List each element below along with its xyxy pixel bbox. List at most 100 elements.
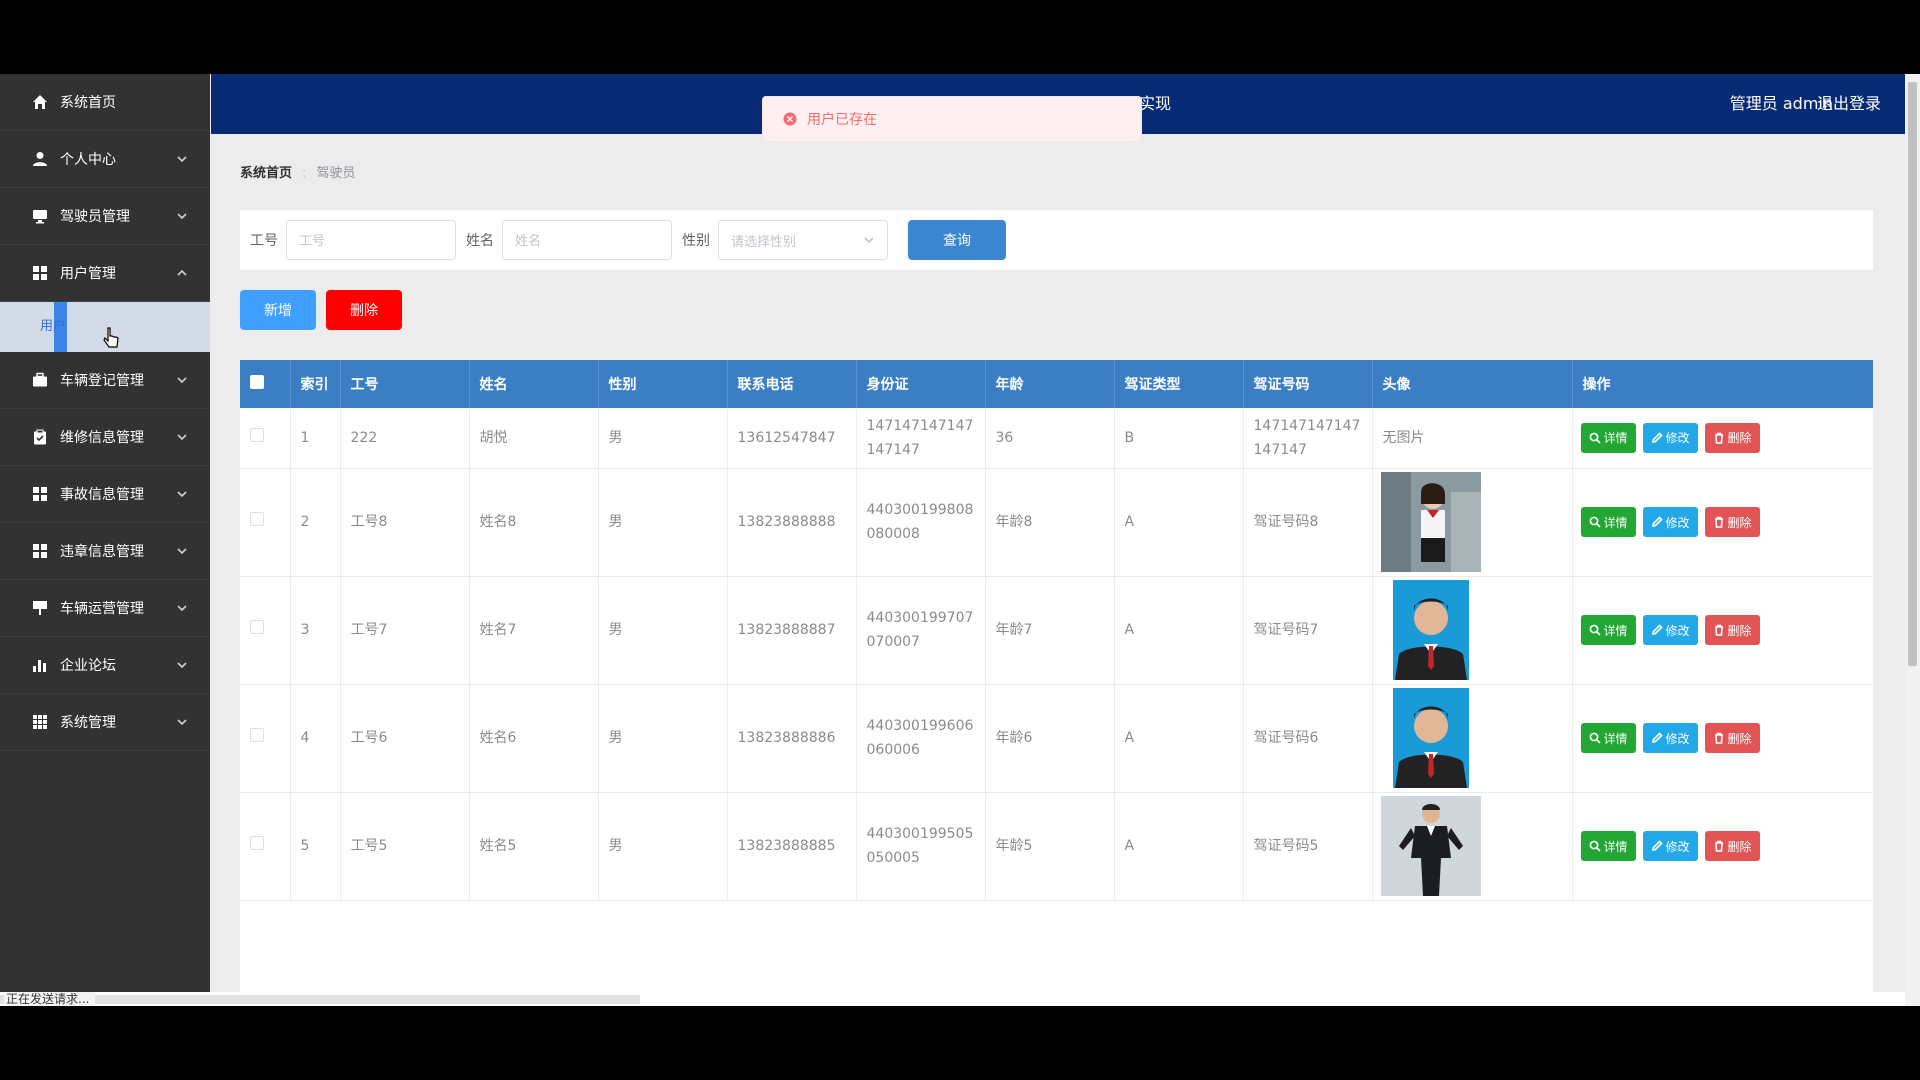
name-cell: 胡悦 [469, 408, 599, 469]
column-header: 性别 [598, 360, 728, 408]
vertical-scrollbar[interactable] [1905, 74, 1920, 1006]
breadcrumb-home[interactable]: 系统首页 [240, 166, 292, 181]
select-cell [240, 684, 291, 793]
id-card-cell: 440300199505050005 [856, 792, 986, 901]
job-input[interactable] [286, 220, 456, 260]
cell-text: 姓名7 [479, 622, 517, 638]
chevron-down-icon [176, 488, 188, 500]
operations-cell: 详情 修改 删除 [1572, 684, 1873, 793]
status-text: 正在发送请求... [4, 992, 96, 1006]
phone-cell: 13823888886 [727, 684, 857, 793]
delete-button[interactable]: 删除 [1704, 723, 1760, 753]
sidebar-item-1[interactable]: 个人中心 [0, 131, 210, 188]
row-checkbox[interactable] [250, 836, 264, 850]
license-type-cell: B [1114, 408, 1244, 469]
detail-button[interactable]: 详情 [1580, 615, 1636, 645]
sidebar-subitem-user[interactable]: 用户 [40, 302, 66, 352]
detail-button[interactable]: 详情 [1580, 723, 1636, 753]
sidebar-item-10[interactable]: 系统管理 [0, 694, 210, 751]
cell-text: 13823888885 [737, 838, 836, 854]
operations-cell: 详情 修改 删除 [1572, 792, 1873, 901]
add-button[interactable]: 新增 [240, 290, 316, 330]
cell-text: 13823888886 [737, 730, 836, 746]
job-cell: 工号5 [340, 792, 470, 901]
gender-select[interactable]: 请选择性别 [718, 220, 888, 260]
logout-link[interactable]: 退出登录 [1817, 74, 1881, 134]
delete-button[interactable]: 删除 [1704, 615, 1760, 645]
sidebar-item-5[interactable]: 维修信息管理 [0, 409, 210, 466]
query-button[interactable]: 查询 [908, 220, 1006, 260]
chevron-down-icon [176, 716, 188, 728]
cell-text: A [1124, 730, 1135, 746]
edit-button[interactable]: 修改 [1642, 422, 1698, 453]
row-checkbox[interactable] [250, 728, 264, 742]
gender-cell: 男 [598, 408, 728, 469]
operations-cell: 详情 修改 删除 [1572, 408, 1873, 469]
age-cell: 年龄5 [985, 792, 1115, 901]
edit-button[interactable]: 修改 [1642, 615, 1698, 645]
cell-text: 440300199505050005 [866, 826, 974, 866]
delete-label: 删除 [1727, 731, 1752, 746]
phone-cell: 13612547847 [727, 408, 857, 469]
scrollbar-thumb[interactable] [0, 995, 640, 1004]
phone-cell: 13823888885 [727, 792, 857, 901]
delete-label: 删除 [1727, 839, 1752, 854]
scrollbar-thumb[interactable] [1908, 82, 1917, 666]
row-checkbox[interactable] [250, 427, 264, 442]
sidebar-item-9[interactable]: 企业论坛 [0, 637, 210, 694]
edit-button[interactable]: 修改 [1642, 831, 1698, 861]
age-cell: 年龄8 [985, 468, 1115, 577]
license-type-cell: A [1114, 576, 1244, 685]
gender-select-placeholder: 请选择性别 [731, 234, 797, 250]
sidebar-item-label: 用户管理 [60, 266, 116, 282]
delete-button[interactable]: 删除 [1704, 831, 1760, 861]
select-all-checkbox[interactable] [250, 375, 264, 389]
cell-text: 工号7 [350, 622, 388, 638]
row-checkbox[interactable] [250, 620, 264, 634]
name-input[interactable] [502, 220, 672, 260]
license-no-cell: 驾证号码5 [1243, 792, 1373, 901]
delete-button[interactable]: 删除 [1704, 507, 1760, 537]
cell-text: 147147147147147147 [1253, 417, 1361, 458]
sidebar-item-3[interactable]: 用户管理 [0, 245, 210, 302]
edit-button[interactable]: 修改 [1642, 723, 1698, 753]
detail-button[interactable]: 详情 [1580, 831, 1636, 861]
search-panel: 工号 姓名 性别 请选择性别 查询 [240, 210, 1873, 270]
detail-label: 详情 [1603, 515, 1628, 530]
no-image-text: 无图片 [1382, 429, 1425, 446]
chevron-down-icon [176, 431, 188, 443]
sidebar-item-2[interactable]: 驾驶员管理 [0, 188, 210, 245]
delete-button[interactable]: 删除 [1704, 422, 1760, 453]
sidebar-item-7[interactable]: 违章信息管理 [0, 523, 210, 580]
sidebar-item-4[interactable]: 车辆登记管理 [0, 352, 210, 409]
trash-icon [1714, 516, 1723, 528]
column-header: 索引 [290, 360, 341, 408]
cell-text: 13823888888 [737, 514, 836, 530]
delete-label: 删除 [1727, 431, 1752, 446]
sidebar-item-8[interactable]: 车辆运营管理 [0, 580, 210, 637]
sidebar-item-label: 事故信息管理 [60, 487, 144, 503]
license-type-cell: A [1114, 684, 1244, 793]
chevron-down-icon [176, 374, 188, 386]
gender-cell: 男 [598, 792, 728, 901]
license-type-cell: A [1114, 792, 1244, 901]
cell-text: 工号8 [350, 514, 388, 530]
sidebar: 系统首页 个人中心驾驶员管理用户管理用户 车辆登记管理 维修信息管理事故信息管理违章信… [0, 74, 210, 992]
detail-button[interactable]: 详情 [1580, 507, 1636, 537]
pencil-icon [1651, 624, 1663, 636]
batch-delete-button[interactable]: 删除 [326, 290, 402, 330]
table-row: 3 工号7 姓名7 男 13823888887 440300199707070007 年龄7… [240, 576, 1873, 685]
row-checkbox[interactable] [250, 512, 264, 526]
bar-chart-icon [32, 657, 48, 673]
sidebar-item-0[interactable]: 系统首页 [0, 74, 210, 131]
id-card-cell: 147147147147147147 [856, 408, 986, 469]
cell-text: 姓名8 [479, 514, 517, 530]
name-cell: 姓名6 [469, 684, 599, 793]
sidebar-item-6[interactable]: 事故信息管理 [0, 466, 210, 523]
job-cell: 工号8 [340, 468, 470, 577]
detail-button[interactable]: 详情 [1580, 422, 1636, 453]
license-no-cell: 驾证号码7 [1243, 576, 1373, 685]
sidebar-item-label: 驾驶员管理 [60, 209, 130, 225]
edit-button[interactable]: 修改 [1642, 507, 1698, 537]
horizontal-scrollbar[interactable] [0, 992, 1905, 1006]
